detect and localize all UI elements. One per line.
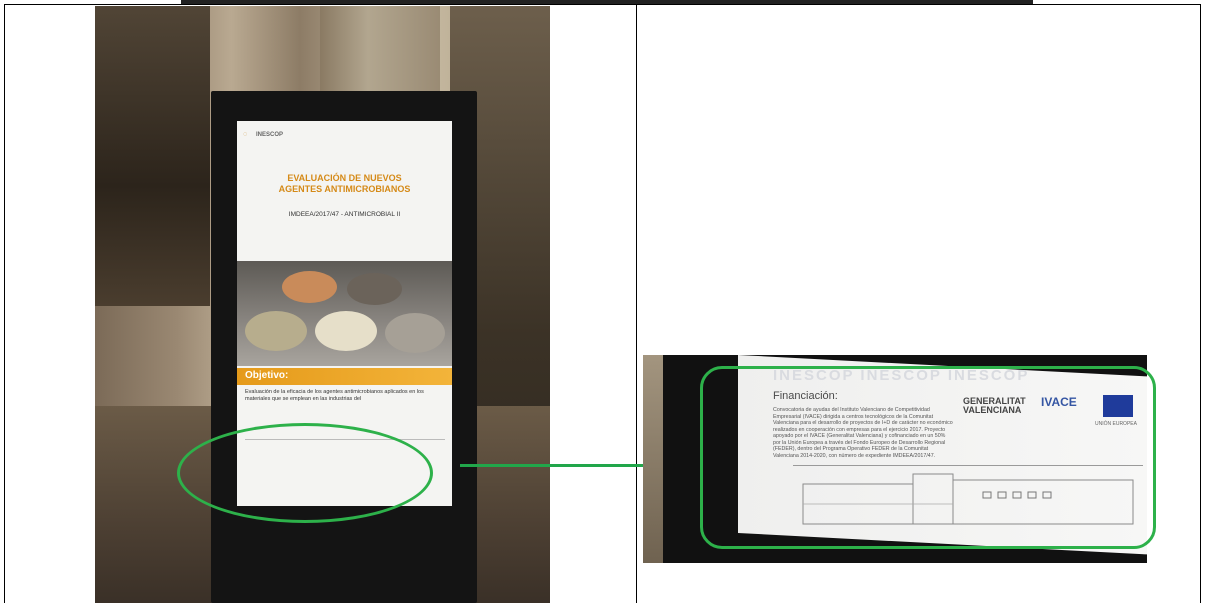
column-divider — [636, 4, 637, 603]
highlight-ellipse — [177, 423, 433, 523]
petri-dish — [347, 273, 402, 305]
arrow-line — [460, 464, 670, 467]
objective-banner: Objetivo: — [237, 368, 452, 385]
window-background — [95, 6, 210, 306]
petri-dish — [282, 271, 337, 303]
poster-logo: INESCOP — [256, 132, 284, 138]
petri-dish — [245, 311, 307, 351]
objective-text: Evaluación de la eficacia de los agentes… — [245, 389, 424, 402]
poster-title: EVALUACIÓN DE NUEVOS AGENTES ANTIMICROBI… — [237, 173, 452, 195]
inescop-logo-icon: ◌ — [243, 131, 248, 138]
poster-title-line2: AGENTES ANTIMICROBIANOS — [278, 184, 411, 194]
highlight-rounded-box — [700, 366, 1156, 549]
poster-code: IMDEEA/2017/47 - ANTIMICROBIAL II — [288, 211, 401, 218]
petri-dish — [315, 311, 377, 351]
objective-heading: Objetivo: — [245, 370, 289, 381]
petri-dishes-image — [237, 261, 452, 366]
poster-title-line1: EVALUACIÓN DE NUEVOS — [287, 173, 402, 183]
petri-dish — [385, 313, 445, 353]
